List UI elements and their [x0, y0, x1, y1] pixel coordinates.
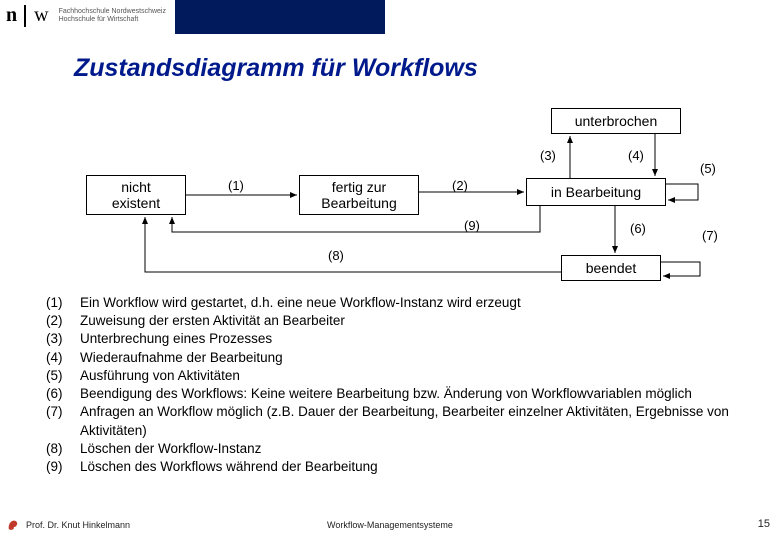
state-label: nicht existent: [112, 179, 160, 211]
legend-item: (1)Ein Workflow wird gestartet, d.h. ein…: [46, 294, 746, 312]
legend-text: Beendigung des Workflows: Keine weitere …: [80, 385, 746, 403]
legend-text: Löschen des Workflows während der Bearbe…: [80, 458, 746, 476]
logo-divider: [24, 5, 26, 27]
edge-label-6: (6): [630, 221, 646, 236]
header-bar: n w Fachhochschule Nordwestschweiz Hochs…: [0, 0, 780, 34]
legend-item: (8)Löschen der Workflow-Instanz: [46, 440, 746, 458]
state-label: fertig zur Bearbeitung: [321, 179, 397, 211]
legend-item: (3)Unterbrechung eines Prozesses: [46, 330, 746, 348]
logo-letter-n: n: [6, 4, 16, 27]
legend-item: (7)Anfragen an Workflow möglich (z.B. Da…: [46, 403, 746, 439]
legend-text: Ausführung von Aktivitäten: [80, 367, 746, 385]
state-label: beendet: [586, 260, 637, 276]
state-fertig: fertig zur Bearbeitung: [299, 175, 419, 215]
slide-title: Zustandsdiagramm für Workflows: [74, 54, 478, 83]
legend-text: Zuweisung der ersten Aktivität an Bearbe…: [80, 312, 746, 330]
slide: n w Fachhochschule Nordwestschweiz Hochs…: [0, 0, 780, 540]
state-diagram: unterbrochen nicht existent fertig zur B…: [60, 100, 720, 285]
legend-item: (9)Löschen des Workflows während der Bea…: [46, 458, 746, 476]
legend-num: (9): [46, 458, 80, 476]
state-label: unterbrochen: [575, 113, 658, 129]
legend-item: (4)Wiederaufnahme der Bearbeitung: [46, 349, 746, 367]
edge-label-5: (5): [700, 161, 716, 176]
logo: n w Fachhochschule Nordwestschweiz Hochs…: [6, 4, 166, 27]
legend-item: (2)Zuweisung der ersten Aktivität an Bea…: [46, 312, 746, 330]
header-blue-box: [175, 0, 385, 34]
legend-num: (3): [46, 330, 80, 348]
legend-text: Anfragen an Workflow möglich (z.B. Dauer…: [80, 403, 746, 439]
legend-num: (7): [46, 403, 80, 439]
state-beendet: beendet: [561, 255, 661, 281]
legend-num: (4): [46, 349, 80, 367]
state-in-bearbeitung: in Bearbeitung: [526, 178, 666, 206]
footer-page-number: 15: [758, 518, 770, 530]
footer: Prof. Dr. Knut Hinkelmann Workflow-Manag…: [0, 514, 780, 534]
edge-label-4: (4): [628, 148, 644, 163]
legend-text: Ein Workflow wird gestartet, d.h. eine n…: [80, 294, 746, 312]
edge-label-1: (1): [228, 178, 244, 193]
edge-label-3: (3): [540, 148, 556, 163]
edge-label-2: (2): [452, 178, 468, 193]
edge-label-8: (8): [328, 248, 344, 263]
legend-num: (6): [46, 385, 80, 403]
legend-text: Wiederaufnahme der Bearbeitung: [80, 349, 746, 367]
edge-label-9: (9): [464, 218, 480, 233]
legend-num: (5): [46, 367, 80, 385]
legend-item: (6)Beendigung des Workflows: Keine weite…: [46, 385, 746, 403]
legend-num: (8): [46, 440, 80, 458]
institution-line1: Fachhochschule Nordwestschweiz: [59, 8, 166, 16]
logo-letter-w: w: [34, 4, 48, 27]
legend-num: (2): [46, 312, 80, 330]
legend-text: Löschen der Workflow-Instanz: [80, 440, 746, 458]
legend-item: (5)Ausführung von Aktivitäten: [46, 367, 746, 385]
legend-text: Unterbrechung eines Prozesses: [80, 330, 746, 348]
edge-label-7: (7): [702, 228, 718, 243]
footer-center: Workflow-Managementsysteme: [0, 520, 780, 530]
institution-line2: Hochschule für Wirtschaft: [59, 16, 166, 24]
legend-num: (1): [46, 294, 80, 312]
state-label: in Bearbeitung: [551, 184, 641, 200]
legend: (1)Ein Workflow wird gestartet, d.h. ein…: [46, 294, 746, 476]
institution-text: Fachhochschule Nordwestschweiz Hochschul…: [59, 8, 166, 23]
state-nicht-existent: nicht existent: [86, 175, 186, 215]
state-unterbrochen: unterbrochen: [551, 108, 681, 134]
